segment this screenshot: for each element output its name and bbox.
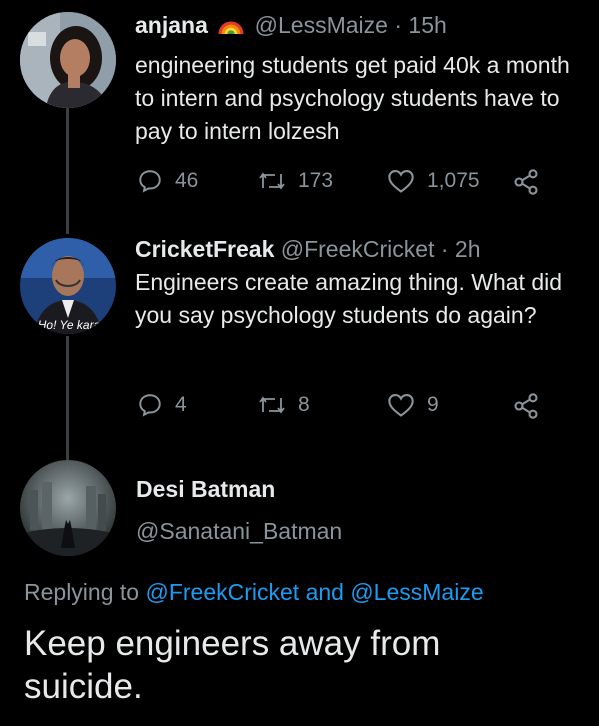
tweet2-handle[interactable]: @FreekCricket (281, 236, 435, 262)
avatar-caption: Ho! Ye kara (37, 318, 101, 332)
reply-icon (139, 394, 161, 417)
retweet-icon (259, 396, 285, 414)
avatar-desi-batman-image (20, 460, 116, 556)
tweet1-text: engineering students get paid 40k a mont… (135, 52, 570, 144)
retweet-icon (259, 172, 285, 190)
main-author-handle[interactable]: @Sanatani_Batman (136, 518, 342, 545)
main-author-name[interactable]: Desi Batman (136, 476, 275, 503)
tweet1-retweet-button[interactable]: 173 (258, 168, 333, 194)
tweet2-time[interactable]: 2h (455, 236, 481, 262)
tweet2-retweet-count: 8 (298, 393, 310, 416)
tweet1-share-button[interactable] (512, 168, 540, 196)
reply-user-link-2[interactable]: @LessMaize (350, 579, 483, 605)
tweet1-dot: · (394, 12, 403, 38)
tweet2-author-name[interactable]: CricketFreak (135, 236, 274, 262)
avatar-anjana[interactable] (20, 12, 116, 108)
avatar-cricketfreak[interactable]: Ho! Ye kara (20, 238, 116, 334)
tweet1-author-name[interactable]: anjana (135, 12, 208, 38)
tweet1-retweet-count: 173 (298, 169, 334, 192)
avatar-anjana-image (20, 12, 116, 108)
tweet2-text: Engineers create amazing thing. What did… (135, 269, 563, 328)
share-icon (514, 393, 538, 419)
tweet1-like-count: 1,075 (427, 169, 480, 192)
avatar-desi-batman[interactable] (20, 460, 116, 556)
replying-to-prefix: Replying to (24, 579, 140, 605)
tweet2-like-count: 9 (427, 393, 439, 416)
tweet1-reply-count: 46 (175, 169, 199, 192)
tweet2-retweet-button[interactable]: 8 (258, 392, 310, 418)
thread-line-2 (66, 336, 69, 460)
thread-line-1 (66, 108, 69, 234)
like-icon (388, 170, 414, 193)
tweet1-reply-button[interactable]: 46 (137, 168, 198, 194)
tweet2-reply-button[interactable]: 4 (137, 392, 187, 418)
tweet2-reply-count: 4 (175, 393, 187, 416)
tweet2-like-button[interactable]: 9 (387, 392, 439, 418)
replying-to: Replying to @FreekCricket and @LessMaize (24, 579, 484, 606)
share-icon (514, 169, 538, 195)
reply-and: and (305, 579, 344, 605)
rainbow-emoji-icon (218, 13, 244, 43)
tweet1-handle[interactable]: @LessMaize (255, 12, 388, 38)
main-tweet-text: Keep engineers away from suicide. (24, 624, 441, 706)
tweet1-like-button[interactable]: 1,075 (387, 168, 480, 194)
tweet2-dot: · (440, 236, 449, 262)
like-icon (388, 394, 414, 417)
tweet2-share-button[interactable] (512, 392, 540, 420)
reply-icon (139, 170, 161, 193)
reply-user-link-1[interactable]: @FreekCricket (145, 579, 299, 605)
tweet1-time[interactable]: 15h (408, 12, 446, 38)
